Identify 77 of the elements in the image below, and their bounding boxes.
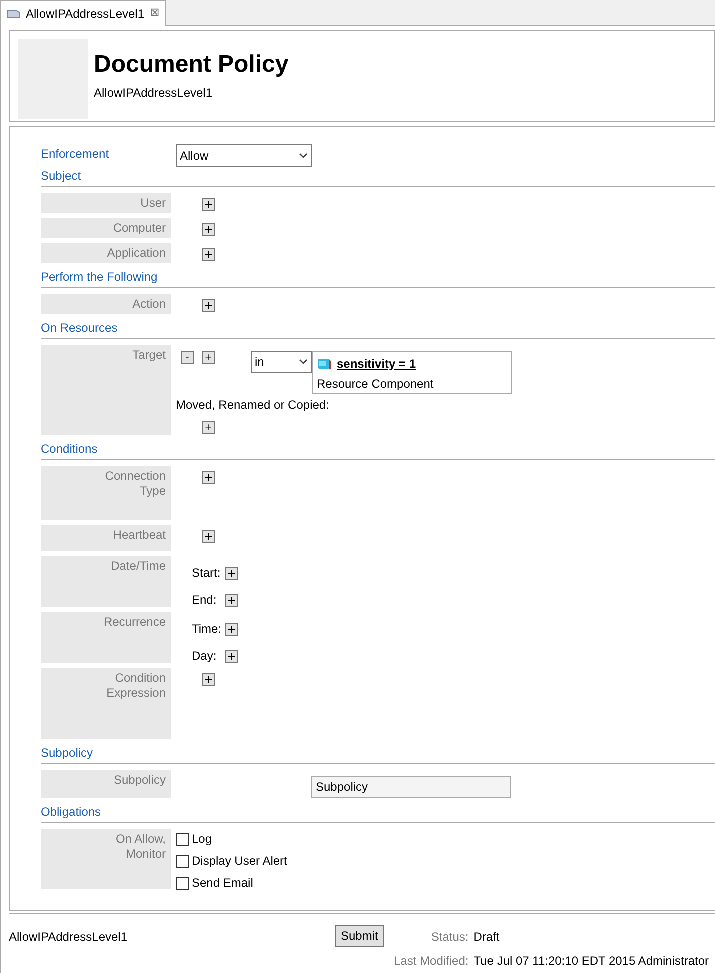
row-label: Action <box>41 294 171 314</box>
row-label: Heartbeat <box>41 525 171 551</box>
plus-icon <box>228 626 235 632</box>
section-title: Perform the Following <box>41 270 159 285</box>
plus-icon <box>228 570 235 576</box>
modified-label: Last Modified: <box>394 953 469 970</box>
add-button[interactable] <box>202 673 215 686</box>
dropdown-value: Allow <box>180 148 209 164</box>
checkbox[interactable] <box>176 876 189 890</box>
checkbox[interactable] <box>176 854 189 868</box>
checkbox-label: Send Email <box>192 875 254 892</box>
row-label: Condition Expression <box>41 668 171 739</box>
subpolicy-field[interactable]: Subpolicy <box>311 776 511 798</box>
status-value: Draft <box>474 929 501 946</box>
checkbox[interactable] <box>176 832 189 846</box>
section-title: Conditions <box>41 442 99 457</box>
close-icon[interactable]: ⊠ <box>150 5 160 22</box>
moved-label: Moved, Renamed or Copied: <box>176 397 330 414</box>
checkbox-label: Log <box>192 831 212 848</box>
plus-icon <box>205 676 212 683</box>
modified-value: Tue Jul 07 11:20:10 EDT 2015 Administrator <box>474 953 709 970</box>
section-title: Subject <box>41 169 82 184</box>
document-icon <box>6 8 22 18</box>
chevron-down-icon <box>299 359 308 365</box>
add-button[interactable] <box>202 223 215 236</box>
dropdown-value: in <box>255 354 264 371</box>
cube-icon <box>317 357 332 371</box>
plus-icon <box>205 226 212 233</box>
plus-icon <box>205 533 212 540</box>
add-button[interactable] <box>202 248 215 261</box>
row-label: Target <box>41 345 171 435</box>
section-title: Obligations <box>41 805 102 820</box>
row-label: Recurrence <box>41 612 171 663</box>
operator-dropdown[interactable]: in <box>251 351 312 373</box>
status-label: Status: <box>430 929 469 946</box>
checkbox-label: Display User Alert <box>192 853 288 870</box>
section-title: On Resources <box>41 321 119 336</box>
section-title: Subpolicy <box>41 746 94 761</box>
section-title: Enforcement <box>41 146 110 163</box>
add-button[interactable]: + <box>202 351 215 364</box>
plus-icon <box>205 474 212 481</box>
plus-icon <box>205 302 212 309</box>
page-subtitle: AllowIPAddressLevel1 <box>94 85 214 102</box>
remove-button[interactable]: - <box>181 351 194 364</box>
row-label: User <box>41 193 171 213</box>
submit-button[interactable]: Submit <box>335 925 384 947</box>
add-button[interactable] <box>202 471 215 484</box>
plus-icon <box>205 251 212 258</box>
add-button[interactable] <box>202 198 215 211</box>
field-label: End: <box>192 592 218 609</box>
field-label: Day: <box>192 648 218 665</box>
chevron-down-icon <box>299 152 308 158</box>
add-button[interactable]: + <box>202 421 215 434</box>
add-button[interactable] <box>225 594 238 606</box>
row-label: Subpolicy <box>41 770 171 798</box>
tab-title: AllowIPAddressLevel1 <box>26 6 145 22</box>
field-label: Time: <box>192 621 223 638</box>
add-button[interactable] <box>225 650 238 662</box>
editor-tab[interactable]: AllowIPAddressLevel1 ⊠ <box>0 0 166 26</box>
add-button[interactable] <box>225 566 238 580</box>
add-button[interactable] <box>225 622 238 636</box>
page-title: Document Policy <box>94 51 289 79</box>
add-button[interactable] <box>202 530 215 543</box>
row-label: Date/Time <box>41 556 171 607</box>
resource-type: Resource Component <box>317 376 435 393</box>
plus-icon <box>228 596 235 604</box>
row-label: On Allow, Monitor <box>41 829 171 889</box>
enforcement-dropdown[interactable]: Allow <box>176 144 312 167</box>
row-label: Connection Type <box>41 466 171 520</box>
policy-name: AllowIPAddressLevel1 <box>9 929 129 946</box>
plus-icon <box>228 652 235 660</box>
add-button[interactable] <box>202 299 215 312</box>
plus-icon <box>205 201 212 208</box>
row-label: Application <box>41 243 171 263</box>
row-label: Computer <box>41 218 171 238</box>
resource-link[interactable]: sensitivity = 1 <box>337 355 416 373</box>
field-label: Start: <box>192 565 222 582</box>
